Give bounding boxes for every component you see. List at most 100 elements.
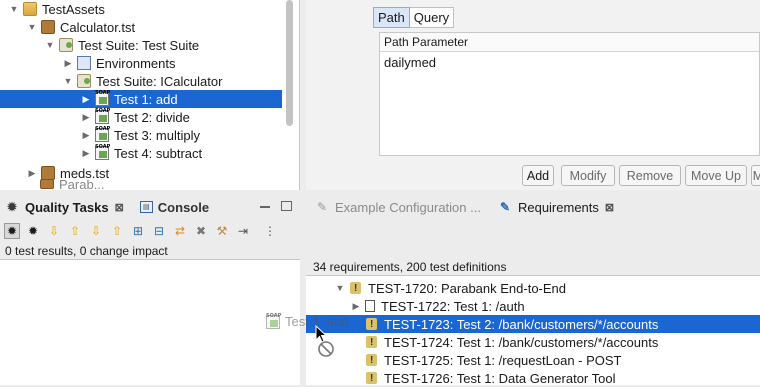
minimize-icon[interactable] [260, 206, 270, 208]
collapsed-arrow-icon[interactable]: ▶ [62, 57, 74, 69]
tab-console[interactable]: ▤ Console [132, 195, 217, 219]
tree-item-label: Test Suite: Test Suite [78, 37, 200, 53]
collapsed-arrow-icon[interactable]: ▶ [80, 111, 92, 123]
test-explorer-pane: ▼ TestAssets ▼ Calculator.tst ▼ Test Suite: T… [0, 0, 300, 190]
expanded-arrow-icon[interactable]: ▼ [334, 282, 346, 294]
tab-label: Quality Tasks [25, 199, 109, 215]
requirement-item[interactable]: TEST-1726: Test 1: Data Generator Tool [350, 369, 615, 387]
path-parameter-value[interactable]: dailymed [380, 52, 759, 73]
expanded-arrow-icon[interactable]: ▼ [8, 3, 20, 15]
requirement-item[interactable]: TEST-1725: Test 1: /requestLoan - POST [350, 351, 622, 369]
bug-icon: ✹ [6, 200, 18, 214]
bug-icon[interactable]: ✹ [25, 223, 41, 239]
add-button[interactable]: Add [522, 165, 554, 186]
environments-icon [77, 56, 91, 70]
param-tabs: Path Query [373, 7, 455, 28]
close-all-icon[interactable]: ✖ [193, 223, 209, 239]
requirement-label: TEST-1720: Parabank End-to-End [368, 280, 567, 296]
requirements-summary: 34 requirements, 200 test definitions [313, 260, 507, 274]
requirement-warning-icon [349, 281, 363, 295]
tab-quality-tasks[interactable]: ✹ Quality Tasks ⊠ [0, 195, 132, 219]
document-icon [365, 300, 375, 312]
arrow-down-icon[interactable]: ⇩ [46, 223, 62, 239]
tree-item[interactable]: ▶ Test 2: divide [80, 108, 190, 126]
remove-button[interactable]: Remove [619, 165, 681, 186]
tab-requirements[interactable]: ✎ Requirements ⊠ [488, 195, 623, 219]
requirement-label: TEST-1723: Test 2: /bank/customers/*/acc… [384, 316, 659, 332]
tree-item-label: Test 2: divide [114, 109, 190, 125]
expand-all-icon[interactable]: ⊞ [130, 223, 146, 239]
tree-item[interactable]: ▼ Test Suite: Test Suite [44, 36, 200, 54]
tab-label: Example Configuration ... [335, 199, 481, 215]
requirement-item[interactable]: TEST-1723: Test 2: /bank/customers/*/acc… [306, 315, 760, 333]
requirement-warning-icon [365, 335, 379, 349]
tree-item[interactable]: ▶ Environments [62, 54, 176, 72]
drag-ghost: Test 1: add [266, 313, 349, 329]
tab-label: Requirements [517, 199, 599, 215]
tree-item-label: Environments [96, 55, 176, 71]
close-icon[interactable]: ⊠ [605, 201, 614, 214]
close-icon[interactable]: ⊠ [115, 201, 124, 214]
collapsed-arrow-icon[interactable]: ▶ [80, 147, 92, 159]
quality-results-area [0, 259, 300, 385]
expanded-arrow-icon[interactable]: ▼ [62, 75, 74, 87]
wrench-icon: ✎ [316, 200, 328, 214]
no-drop-icon [318, 341, 334, 357]
tree-item[interactable]: ▼ TestAssets [8, 0, 105, 18]
requirement-warning-icon [365, 317, 379, 331]
tab-query[interactable]: Query [409, 7, 455, 28]
tree-item-label: Test 3: multiply [114, 127, 200, 143]
tree-item-partial[interactable]: Parab... [40, 178, 105, 190]
collapsed-arrow-icon[interactable]: ▶ [350, 300, 362, 312]
tree-item[interactable]: ▼ Calculator.tst [26, 18, 136, 36]
tree-item-label: Test 4: subtract [114, 145, 203, 161]
hammer-icon[interactable]: ⚒ [214, 223, 230, 239]
test-file-icon [40, 179, 54, 189]
arrow-up-icon[interactable]: ⇧ [109, 223, 125, 239]
tree-item-label: Test Suite: ICalculator [96, 73, 223, 89]
sync-icon[interactable]: ⇄ [172, 223, 188, 239]
move-down-button[interactable]: M [751, 165, 760, 186]
tree-item[interactable]: ▼ Test Suite: ICalculator [62, 72, 223, 90]
modify-button[interactable]: Modify [561, 165, 615, 186]
tree-item[interactable]: ▶ Test 3: multiply [80, 126, 200, 144]
expanded-arrow-icon[interactable]: ▼ [26, 21, 38, 33]
requirement-warning-icon [365, 353, 379, 367]
quality-toolbar: ✹ ✹ ⇩ ⇧ ⇩ ⇧ ⊞ ⊟ ⇄ ✖ ⚒ ⇥ ⋮ [4, 221, 300, 241]
tab-path[interactable]: Path [373, 7, 410, 28]
tab-example-configuration[interactable]: ✎ Example Configuration ... [306, 195, 489, 219]
requirement-item[interactable]: ▼ TEST-1720: Parabank End-to-End [334, 279, 566, 297]
test-file-icon [41, 20, 55, 34]
bug-filter-icon[interactable]: ✹ [4, 223, 20, 239]
requirements-pane: ✎ Example Configuration ... ✎ Requiremen… [306, 195, 760, 387]
requirement-item[interactable]: TEST-1724: Test 1: /bank/customers/*/acc… [350, 333, 658, 351]
arrow-down-icon[interactable]: ⇩ [88, 223, 104, 239]
maximize-icon[interactable] [281, 201, 292, 211]
collapse-all-icon[interactable]: ⊟ [151, 223, 167, 239]
test-suite-icon [77, 74, 91, 88]
tree-item[interactable]: ▶ Test 4: subtract [80, 144, 203, 162]
soap-test-icon [95, 108, 110, 124]
collapsed-arrow-icon[interactable]: ▶ [80, 129, 92, 141]
test-suite-icon [59, 38, 73, 52]
editor-pane: Path Query Path Parameter dailymed Add M… [306, 0, 760, 190]
soap-test-icon [95, 90, 110, 106]
requirement-item[interactable]: ▶ TEST-1722: Test 1: /auth [350, 297, 525, 315]
arrow-up-icon[interactable]: ⇧ [67, 223, 83, 239]
quality-tabbar: ✹ Quality Tasks ⊠ ▤ Console [0, 195, 300, 219]
expanded-arrow-icon[interactable]: ▼ [44, 39, 56, 51]
menu-icon[interactable]: ⋮ [262, 223, 278, 239]
console-icon: ▤ [139, 201, 153, 213]
collapsed-arrow-icon[interactable]: ▶ [80, 93, 92, 105]
requirement-label: TEST-1722: Test 1: /auth [381, 298, 525, 314]
quality-status: 0 test results, 0 change impact [5, 244, 168, 258]
tree-item[interactable]: ▶ Test 1: add [0, 90, 282, 108]
forward-icon[interactable]: ⇥ [235, 223, 251, 239]
move-up-button[interactable]: Move Up [685, 165, 747, 186]
requirements-tree-area: ▼ TEST-1720: Parabank End-to-End ▶ TEST-172… [306, 275, 760, 387]
collapsed-arrow-icon[interactable]: ▶ [26, 167, 38, 179]
vertical-scrollbar[interactable] [286, 0, 293, 126]
